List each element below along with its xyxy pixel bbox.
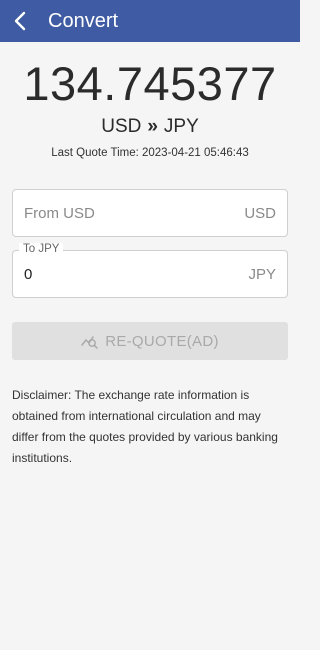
- last-quote-time: Last Quote Time: 2023-04-21 05:46:43: [51, 147, 249, 159]
- currency-pair: USD » JPY: [0, 116, 300, 138]
- to-amount-label: To JPY: [19, 243, 64, 255]
- back-button[interactable]: [0, 0, 40, 42]
- to-amount-value: 0: [24, 265, 33, 283]
- to-currency-code: JPY: [163, 116, 199, 137]
- app-bar: Convert: [0, 0, 300, 42]
- from-amount-input[interactable]: From USD USD: [12, 189, 288, 237]
- to-amount-input[interactable]: 0 JPY: [12, 250, 288, 298]
- to-currency-suffix: JPY: [248, 265, 276, 283]
- from-currency-code: USD: [101, 116, 142, 137]
- requote-button[interactable]: RE-QUOTE(AD): [12, 322, 288, 360]
- chart-search-icon: [81, 336, 98, 349]
- from-amount-placeholder: From USD: [24, 204, 95, 222]
- pair-separator: »: [147, 116, 158, 137]
- disclaimer-text: Disclaimer: The exchange rate informatio…: [12, 388, 278, 465]
- chevron-left-icon: [14, 11, 26, 31]
- page-title: Convert: [48, 9, 119, 32]
- exchange-rate-value: 134.745377: [23, 57, 277, 110]
- requote-button-label: RE-QUOTE(AD): [105, 332, 219, 350]
- from-currency-suffix: USD: [244, 204, 276, 222]
